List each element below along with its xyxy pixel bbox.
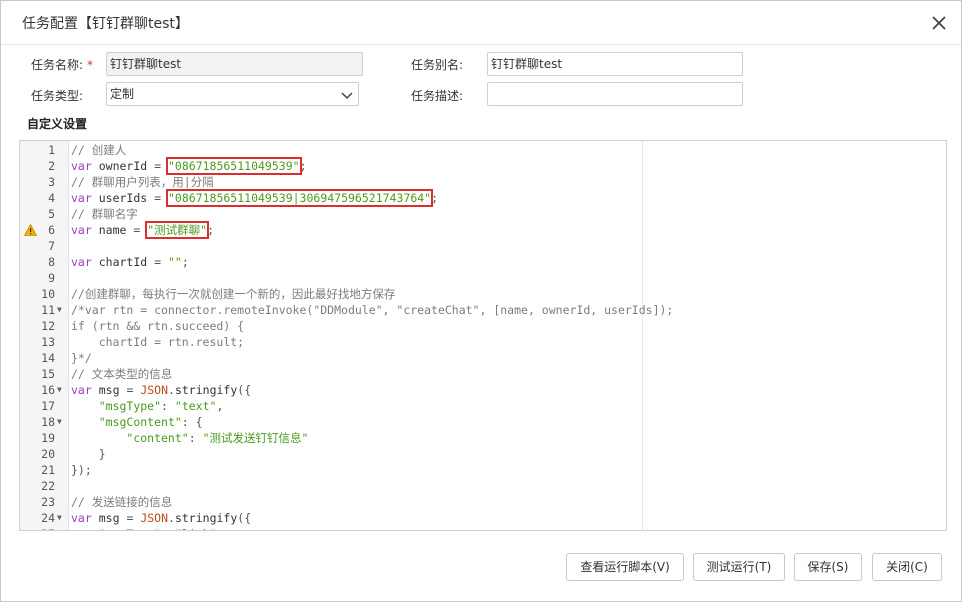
line-number: 15 xyxy=(41,367,55,381)
fold-arrow-icon[interactable]: ▼ xyxy=(57,414,67,430)
code-line[interactable]: 16 ▼ var msg = JSON.stringify({ xyxy=(20,382,946,398)
code-line[interactable]: 17 "msgType": "text", xyxy=(20,398,946,414)
code-line[interactable]: 3 // 群聊用户列表，用|分隔 xyxy=(20,174,946,190)
code-line[interactable]: 19 "content": "测试发送钉钉信息" xyxy=(20,430,946,446)
code-line[interactable]: 15 // 文本类型的信息 xyxy=(20,366,946,382)
code-lines: 1 // 创建人 2 var ownerId = "08671856511049539… xyxy=(20,142,946,530)
code-text: var userIds = "08671856511049539|3069475… xyxy=(71,189,439,207)
line-number: 12 xyxy=(41,319,55,333)
code-line[interactable]: 10 //创建群聊，每执行一次就创建一个新的，因此最好找地方保存 xyxy=(20,286,946,302)
task-desc-input[interactable] xyxy=(487,82,743,106)
task-alias-label: 任务别名: xyxy=(411,58,464,72)
code-text: "content": "测试发送钉钉信息" xyxy=(126,431,309,445)
code-text: "msgType": "text", xyxy=(98,399,224,413)
task-type-value: 定制 xyxy=(110,87,135,101)
code-line[interactable]: 12 if (rtn && rtn.succeed) { xyxy=(20,318,946,334)
line-number: 3 xyxy=(48,175,55,189)
fold-arrow-icon[interactable]: ▼ xyxy=(57,510,67,526)
task-type-select[interactable]: 定制 xyxy=(106,82,359,106)
custom-settings-heading: 自定义设置 xyxy=(27,117,88,131)
code-line[interactable]: 7 xyxy=(20,238,946,254)
line-number: 16 xyxy=(41,383,55,397)
line-number: 5 xyxy=(48,207,55,221)
line-number: 14 xyxy=(41,351,55,365)
task-desc-label: 任务描述: xyxy=(411,89,464,103)
line-number: 1 xyxy=(48,143,55,157)
task-name-label: 任务名称: * xyxy=(31,56,93,73)
code-line[interactable]: 4 var userIds = "08671856511049539|306947… xyxy=(20,189,946,207)
fold-arrow-icon[interactable]: ▼ xyxy=(57,302,67,318)
warning-icon xyxy=(24,224,37,236)
line-number: 10 xyxy=(41,287,55,301)
code-text: // 群聊用户列表，用|分隔 xyxy=(71,175,214,189)
line-number: 11 xyxy=(41,303,55,317)
chevron-down-icon xyxy=(341,92,353,100)
close-icon[interactable] xyxy=(929,13,949,33)
task-name-input[interactable]: 钉钉群聊test xyxy=(106,52,363,76)
code-line[interactable]: 1 // 创建人 xyxy=(20,142,946,158)
line-number: 8 xyxy=(48,255,55,269)
save-button[interactable]: 保存(S) xyxy=(794,553,862,581)
task-name-label-text: 任务名称: xyxy=(31,58,84,72)
code-text: "msgType": "link", xyxy=(71,526,224,530)
code-text: "msgContent": { xyxy=(98,415,203,429)
code-editor[interactable]: 1 // 创建人 2 var ownerId = "08671856511049539… xyxy=(19,140,947,531)
code-text: var chartId = ""; xyxy=(71,255,189,269)
code-text: // 发送链接的信息 xyxy=(71,495,173,509)
task-alias-input[interactable]: 钉钉群聊test xyxy=(487,52,743,76)
test-run-button[interactable]: 测试运行(T) xyxy=(693,553,785,581)
required-mark: * xyxy=(87,58,94,72)
line-number: 24 xyxy=(41,511,55,525)
code-line[interactable]: 6 var name = "测试群聊"; xyxy=(20,221,946,239)
code-text: var ownerId = "08671856511049539"; xyxy=(71,157,307,175)
code-line[interactable]: 2 var ownerId = "08671856511049539"; xyxy=(20,157,946,175)
code-text: var msg = JSON.stringify({ xyxy=(71,511,252,525)
line-number: 17 xyxy=(41,399,55,413)
code-text: } xyxy=(98,447,106,461)
line-number: 23 xyxy=(41,495,55,509)
code-line[interactable]: 21}); xyxy=(20,462,946,478)
line-number: 9 xyxy=(48,271,55,285)
code-text: var msg = JSON.stringify({ xyxy=(71,383,252,397)
task-type-label: 任务类型: xyxy=(31,89,84,103)
line-number: 22 xyxy=(41,479,55,493)
code-line[interactable]: 24 ▼ var msg = JSON.stringify({ xyxy=(20,510,946,526)
code-line[interactable]: 8 var chartId = ""; xyxy=(20,254,946,270)
task-config-dialog: 任务配置【钉钉群聊test】 任务名称: * 钉钉群聊test 任务别名: 钉钉群… xyxy=(0,0,962,602)
line-number: 4 xyxy=(48,191,55,205)
fold-arrow-icon[interactable]: ▼ xyxy=(57,382,67,398)
line-number: 19 xyxy=(41,431,55,445)
line-number: 18 xyxy=(41,415,55,429)
code-line[interactable]: 9 xyxy=(20,270,946,286)
code-text: /*var rtn = connector.remoteInvoke("DDMo… xyxy=(71,303,674,317)
dialog-titlebar: 任务配置【钉钉群聊test】 xyxy=(1,1,961,45)
view-script-button[interactable]: 查看运行脚本(V) xyxy=(566,553,684,581)
code-text: // 创建人 xyxy=(71,143,127,157)
dialog-title: 任务配置【钉钉群聊test】 xyxy=(22,16,189,32)
close-button[interactable]: 关闭(C) xyxy=(872,553,942,581)
line-number: 7 xyxy=(48,239,55,253)
line-number: 13 xyxy=(41,335,55,349)
code-line[interactable]: 23 // 发送链接的信息 xyxy=(20,494,946,510)
code-text: if (rtn && rtn.succeed) { xyxy=(71,319,245,333)
code-line[interactable]: 13 chartId = rtn.result; xyxy=(20,334,946,350)
code-text: chartId = rtn.result; xyxy=(71,335,245,349)
line-number: 21 xyxy=(41,463,55,477)
code-text: }*/ xyxy=(71,351,92,365)
code-line[interactable]: 25 "msgType": "link", xyxy=(20,526,946,530)
line-number: 2 xyxy=(48,159,55,173)
code-text: //创建群聊，每执行一次就创建一个新的，因此最好找地方保存 xyxy=(71,287,396,301)
code-line[interactable]: 14 }*/ xyxy=(20,350,946,366)
code-text: var name = "测试群聊"; xyxy=(71,221,215,239)
code-text: }); xyxy=(71,463,92,477)
code-line[interactable]: 18 ▼ "msgContent": { xyxy=(20,414,946,430)
code-line[interactable]: 11 ▼ /*var rtn = connector.remoteInvoke("D… xyxy=(20,302,946,318)
code-text: // 文本类型的信息 xyxy=(71,367,173,381)
line-number: 25 xyxy=(20,526,55,530)
code-line[interactable]: 5 // 群聊名字 xyxy=(20,206,946,222)
code-line[interactable]: 22 xyxy=(20,478,946,494)
code-line[interactable]: 20 } xyxy=(20,446,946,462)
code-text: // 群聊名字 xyxy=(71,207,138,221)
line-number: 20 xyxy=(41,447,55,461)
